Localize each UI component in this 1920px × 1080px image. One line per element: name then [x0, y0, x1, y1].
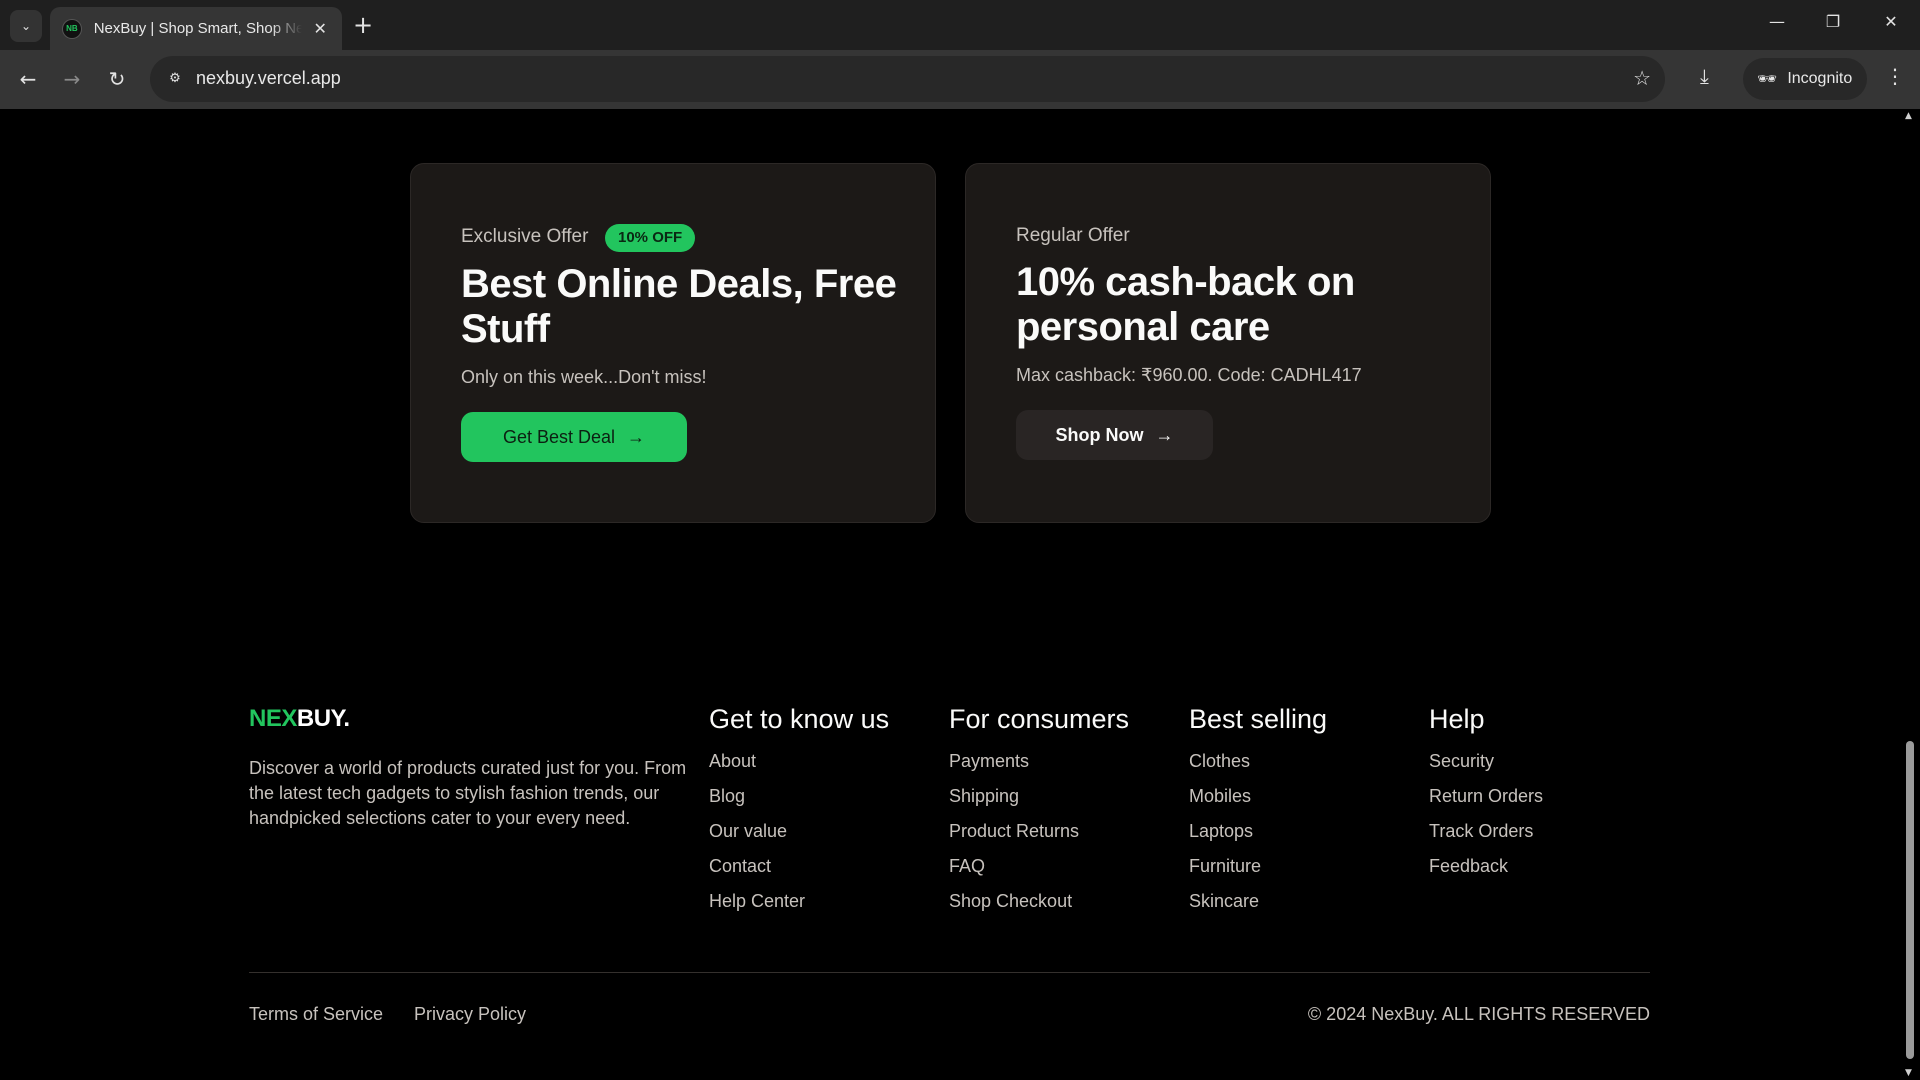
offer-title: 10% cash-back on personal care: [1016, 260, 1355, 349]
logo-part-white: BUY.: [296, 705, 350, 732]
scroll-up-arrow-icon[interactable]: ▲: [1905, 111, 1912, 121]
offer-label: Exclusive Offer: [461, 226, 589, 247]
footer-column-title: Help: [1429, 704, 1485, 734]
browser-toolbar: ← → ↻ ⚙ nexbuy.vercel.app ☆ ⤓ 🕶 Incognit…: [0, 50, 1920, 109]
incognito-label: Incognito: [1787, 70, 1853, 87]
footer-link[interactable]: Shop Checkout: [949, 889, 1129, 924]
logo-part-green: NEX: [249, 705, 297, 732]
footer-link[interactable]: Our value: [709, 819, 889, 854]
footer-link[interactable]: Shipping: [949, 784, 1129, 819]
shop-now-button[interactable]: Shop Now →: [1016, 410, 1213, 460]
footer-link[interactable]: Product Returns: [949, 819, 1129, 854]
page-scrollbar[interactable]: ▲ ▼: [1900, 109, 1920, 1080]
url-text[interactable]: nexbuy.vercel.app: [196, 68, 341, 89]
footer-link[interactable]: Clothes: [1189, 749, 1327, 784]
bookmark-star-icon[interactable]: ☆: [1633, 66, 1651, 90]
footer-divider: [249, 972, 1650, 973]
footer-link[interactable]: Furniture: [1189, 854, 1327, 889]
footer-link[interactable]: Security: [1429, 749, 1543, 784]
restore-window-icon[interactable]: ❐: [1818, 12, 1848, 31]
footer-column-title: Best selling: [1189, 704, 1328, 734]
arrow-right-icon: →: [1155, 424, 1174, 445]
address-bar[interactable]: ⚙ nexbuy.vercel.app ☆: [150, 56, 1665, 102]
shop-now-label: Shop Now: [1055, 424, 1144, 445]
offer-label: Regular Offer: [1016, 225, 1130, 246]
incognito-icon: 🕶: [1757, 71, 1778, 88]
offer-subtitle: Only on this week...Don't miss!: [461, 367, 707, 387]
minimize-window-icon[interactable]: —: [1762, 12, 1792, 31]
footer-link[interactable]: Mobiles: [1189, 784, 1327, 819]
tab-close-icon[interactable]: ✕: [310, 19, 330, 38]
footer-link[interactable]: Blog: [709, 784, 889, 819]
privacy-policy-link[interactable]: Privacy Policy: [414, 1004, 526, 1025]
copyright-text: © 2024 NexBuy. ALL RIGHTS RESERVED: [1307, 1004, 1650, 1024]
footer-link[interactable]: Skincare: [1189, 889, 1327, 924]
get-best-deal-label: Get Best Deal: [502, 426, 616, 447]
reload-icon[interactable]: ↻: [103, 66, 131, 92]
browser-menu-icon[interactable]: ⋮: [1885, 64, 1905, 88]
footer-column-for-consumers: For consumers Payments Shipping Product …: [949, 704, 1129, 924]
footer-link[interactable]: Laptops: [1189, 819, 1327, 854]
discount-badge: 10% OFF: [605, 224, 696, 252]
footer-column-title: Get to know us: [709, 704, 890, 734]
footer-link[interactable]: Contact: [709, 854, 889, 889]
page-viewport: Exclusive Offer 10% OFF Best Online Deal…: [0, 109, 1900, 1080]
arrow-right-icon: →: [627, 426, 646, 447]
footer-link[interactable]: About: [709, 749, 889, 784]
footer-logo[interactable]: NEXBUY.: [249, 705, 350, 733]
site-settings-icon[interactable]: ⚙: [164, 68, 186, 90]
tab-title: NexBuy | Shop Smart, Shop Next: [93, 20, 303, 37]
offer-card-regular: Regular Offer 10% cash-back on personal …: [965, 163, 1491, 523]
footer-link[interactable]: Track Orders: [1429, 819, 1543, 854]
new-tab-plus-icon[interactable]: +: [353, 12, 373, 38]
footer-column-title: For consumers: [949, 704, 1130, 734]
footer-column-best-selling: Best selling Clothes Mobiles Laptops Fur…: [1189, 704, 1327, 924]
scroll-down-arrow-icon[interactable]: ▼: [1905, 1068, 1912, 1078]
back-arrow-icon[interactable]: ←: [14, 66, 42, 92]
get-best-deal-button[interactable]: Get Best Deal →: [461, 412, 687, 462]
browser-tab[interactable]: NB NexBuy | Shop Smart, Shop Next ✕: [50, 7, 342, 50]
terms-of-service-link[interactable]: Terms of Service: [249, 1004, 383, 1025]
footer-link[interactable]: Feedback: [1429, 854, 1543, 889]
download-icon[interactable]: ⤓: [1700, 64, 1709, 88]
incognito-button[interactable]: 🕶 Incognito: [1743, 58, 1867, 100]
footer-link[interactable]: FAQ: [949, 854, 1129, 889]
close-window-icon[interactable]: ✕: [1876, 12, 1906, 31]
offer-title: Best Online Deals, Free Stuff: [461, 262, 897, 351]
browser-tab-bar: ⌄ NB NexBuy | Shop Smart, Shop Next ✕ + …: [0, 0, 1920, 50]
footer-column-get-to-know-us: Get to know us About Blog Our value Cont…: [709, 704, 889, 924]
footer-link[interactable]: Payments: [949, 749, 1129, 784]
footer-column-help: Help Security Return Orders Track Orders…: [1429, 704, 1543, 889]
offer-subtitle: Max cashback: ₹960.00. Code: CADHL417: [1016, 365, 1362, 385]
tab-search-chevron-icon[interactable]: ⌄: [10, 10, 42, 42]
site-favicon-icon: NB: [62, 18, 82, 39]
scrollbar-thumb[interactable]: [1906, 741, 1914, 1059]
footer-link[interactable]: Return Orders: [1429, 784, 1543, 819]
forward-arrow-icon[interactable]: →: [58, 66, 86, 92]
footer-description: Discover a world of products curated jus…: [249, 758, 687, 828]
footer-link[interactable]: Help Center: [709, 889, 889, 924]
offer-card-exclusive: Exclusive Offer 10% OFF Best Online Deal…: [410, 163, 936, 523]
